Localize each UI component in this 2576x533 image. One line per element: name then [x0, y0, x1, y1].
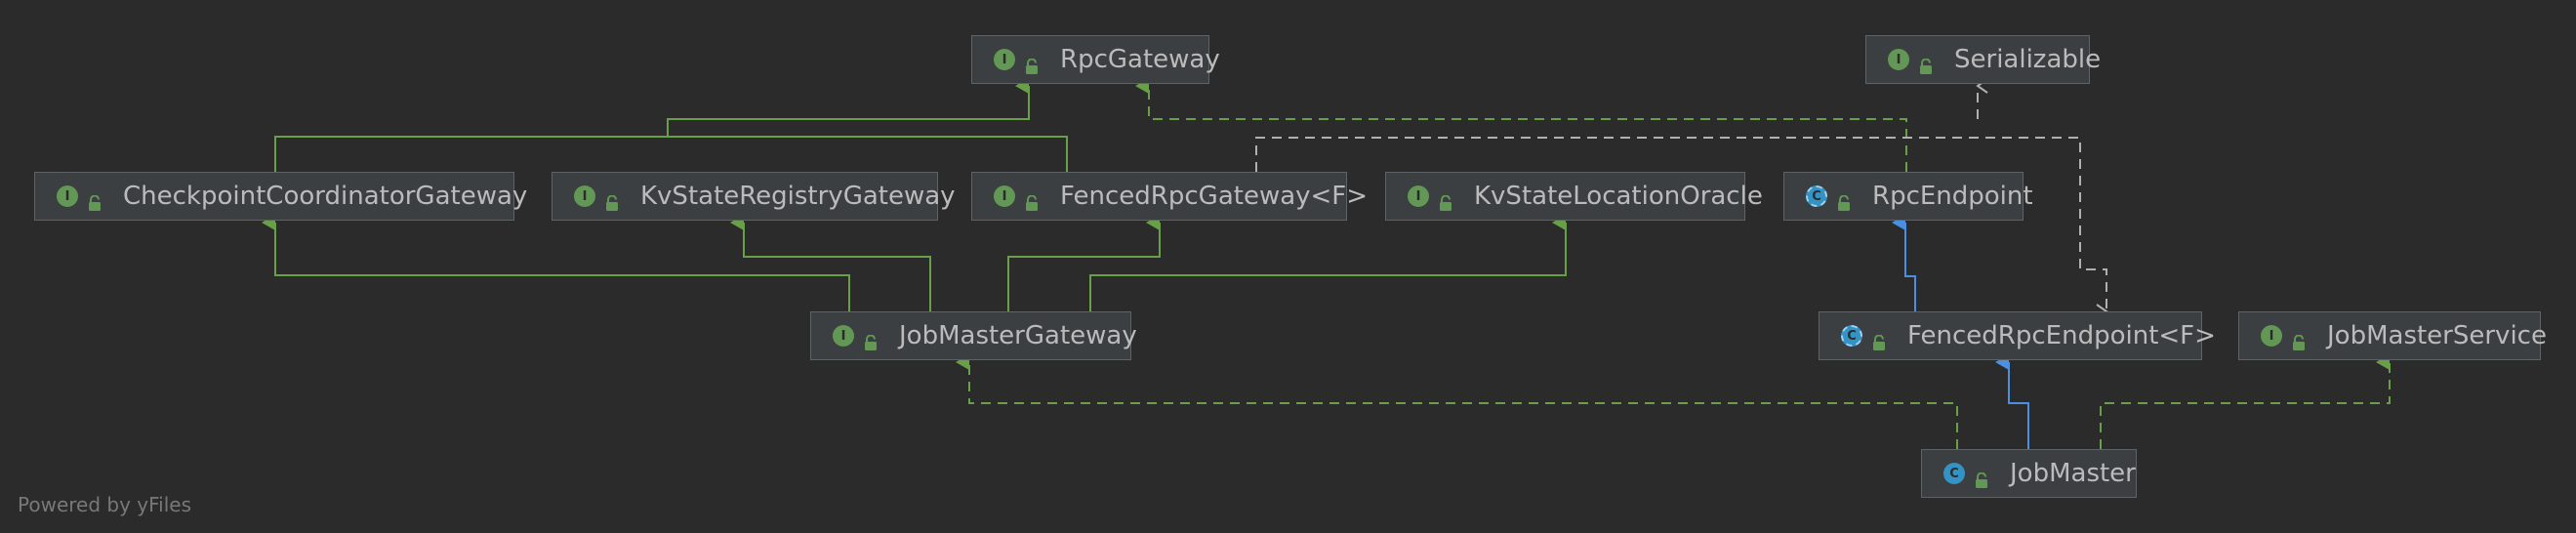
powered-by-label: Powered by yFiles — [18, 493, 191, 516]
edge-job-master-gateway-to-kv-state-registry-gateway — [730, 215, 931, 311]
edge-job-master-gateway-to-fenced-rpc-gateway — [1007, 215, 1161, 311]
node-kv-state-location-oracle[interactable]: I KvStateLocationOracle — [1385, 172, 1763, 221]
node-label: JobMaster — [2010, 459, 2136, 488]
abstract-class-icon: C — [1806, 185, 1827, 207]
public-lock-icon — [1837, 188, 1851, 211]
edge-job-master-gateway-to-kv-state-location-oracle — [1089, 215, 1567, 311]
public-lock-icon — [1025, 52, 1039, 74]
public-lock-icon — [1439, 188, 1452, 211]
interface-icon: I — [2261, 325, 2282, 347]
public-lock-icon — [1872, 328, 1886, 350]
node-job-master[interactable]: C JobMaster — [1921, 449, 2137, 498]
node-job-master-service[interactable]: I JobMasterService — [2238, 311, 2547, 360]
interface-icon: I — [574, 185, 595, 207]
node-label: KvStateLocationOracle — [1474, 182, 1763, 211]
edge-fenced-rpc-endpoint-to-rpc-endpoint — [1892, 215, 1916, 311]
edge-job-master-to-job-master-service — [2100, 354, 2391, 449]
node-fenced-rpc-endpoint[interactable]: C FencedRpcEndpoint<F> — [1819, 311, 2216, 360]
interface-icon: I — [994, 49, 1015, 70]
diagram-edges — [262, 78, 2391, 449]
interface-icon: I — [1888, 49, 1909, 70]
node-label: CheckpointCoordinatorGateway — [123, 182, 528, 211]
public-lock-icon — [2292, 328, 2306, 350]
edge-checkpoint-coordinator-gateway-to-rpc-gateway — [274, 78, 1030, 172]
node-rpc-gateway[interactable]: I RpcGateway — [971, 35, 1220, 84]
abstract-class-icon: C — [1841, 325, 1862, 347]
node-serializable[interactable]: I Serializable — [1865, 35, 2101, 84]
node-label: JobMasterService — [2327, 321, 2547, 350]
interface-icon: I — [57, 185, 78, 207]
public-lock-icon — [1025, 188, 1039, 211]
edge-fenced-rpc-gateway-to-serializable — [1255, 137, 2108, 319]
public-lock-icon — [1919, 52, 1933, 74]
node-label: FencedRpcEndpoint<F> — [1907, 321, 2216, 350]
public-lock-icon — [864, 328, 878, 350]
node-label: RpcEndpoint — [1872, 182, 2033, 211]
node-label: JobMasterGateway — [899, 321, 1137, 350]
node-fenced-rpc-gateway[interactable]: I FencedRpcGateway<F> — [971, 172, 1368, 221]
node-rpc-endpoint[interactable]: C RpcEndpoint — [1783, 172, 2033, 221]
public-lock-icon — [1975, 466, 1988, 488]
interface-icon: I — [833, 325, 854, 347]
interface-icon: I — [1408, 185, 1429, 207]
node-kv-state-registry-gateway[interactable]: I KvStateRegistryGateway — [552, 172, 956, 221]
public-lock-icon — [605, 188, 619, 211]
node-label: Serializable — [1954, 45, 2102, 74]
class-icon: C — [1943, 463, 1965, 484]
edge-job-master-to-job-master-gateway — [956, 354, 1958, 449]
node-label: KvStateRegistryGateway — [640, 182, 956, 211]
public-lock-icon — [88, 188, 102, 211]
node-label: RpcGateway — [1060, 45, 1220, 74]
edge-fenced-rpc-gateway-to-rpc-gateway — [668, 136, 1068, 172]
edge-job-master-to-fenced-rpc-endpoint — [1995, 354, 2029, 449]
interface-icon: I — [994, 185, 1015, 207]
edge-job-master-gateway-to-checkpoint-coordinator-gateway — [262, 215, 850, 311]
node-job-master-gateway[interactable]: I JobMasterGateway — [810, 311, 1137, 360]
node-checkpoint-coordinator-gateway[interactable]: I CheckpointCoordinatorGateway — [34, 172, 527, 221]
node-label: FencedRpcGateway<F> — [1060, 182, 1369, 211]
edge-rpc-endpoint-to-rpc-gateway — [1135, 78, 1907, 172]
